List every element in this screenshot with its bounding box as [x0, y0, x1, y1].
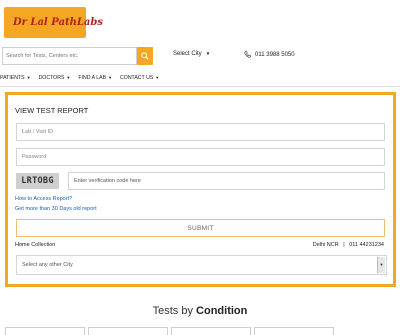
chevron-down-icon[interactable]: ▼	[377, 257, 385, 273]
select-city-label: Select City	[173, 51, 202, 57]
tests-title-bold: Condition	[196, 305, 248, 317]
how-to-access-link[interactable]: How to Access Report?	[15, 196, 72, 202]
phone-icon	[244, 51, 251, 58]
condition-card[interactable]	[88, 327, 168, 335]
nav-item-contact-us[interactable]: CONTACT US ▼	[120, 75, 159, 81]
home-collection-info: Delhi NCR | 011 44231234	[313, 242, 384, 248]
condition-card[interactable]	[254, 327, 334, 335]
nav-item-label: FIND A LAB	[78, 75, 107, 81]
phone-text: 011 3988 5050	[255, 51, 295, 58]
nav-item-label: CONTACT US	[120, 75, 154, 81]
search-button[interactable]	[137, 47, 153, 65]
panel-title: VIEW TEST REPORT	[15, 106, 89, 115]
submit-button[interactable]: SUBMIT	[16, 219, 385, 237]
phone-number[interactable]: 011 3988 5050	[244, 51, 295, 58]
older-report-link[interactable]: Get more than 30 Days old report	[15, 206, 97, 212]
condition-card[interactable]	[5, 327, 85, 335]
select-city-dropdown[interactable]: Select City ▼	[173, 51, 210, 57]
view-test-report-panel: VIEW TEST REPORT Lab / Visit ID Password…	[5, 92, 396, 287]
city-select[interactable]: Select any other City ▼	[16, 255, 387, 275]
lab-visit-id-field[interactable]: Lab / Visit ID	[16, 123, 385, 141]
main-nav: PATIENTS ▼ DOCTORS ▼ FIND A LAB ▼ CONTACT U…	[0, 72, 400, 84]
home-collection-label: Home Collection	[15, 242, 56, 248]
search-row: Select City▼ 011 3988 5050	[0, 47, 400, 67]
nav-item-find-a-lab[interactable]: FIND A LAB ▼	[78, 75, 112, 81]
tests-title-prefix: Tests by	[152, 305, 193, 317]
tests-by-condition-title: Tests by Condition	[0, 305, 400, 317]
chevron-down-icon: ▼	[155, 75, 160, 80]
home-collection-phone[interactable]: 011 44231234	[349, 242, 384, 248]
chevron-down-icon: ▼	[205, 51, 211, 56]
search-icon	[141, 52, 149, 60]
chevron-down-icon: ▼	[108, 75, 113, 80]
logo[interactable]: Dr Lal PathLabs	[4, 7, 103, 38]
home-collection-separator: |	[343, 242, 345, 248]
search-input[interactable]	[2, 47, 137, 65]
nav-item-label: PATIENTS	[0, 75, 25, 81]
chevron-down-icon: ▼	[26, 75, 31, 80]
nav-item-label: DOCTORS	[38, 75, 65, 81]
nav-divider	[0, 86, 400, 87]
condition-card[interactable]	[171, 327, 251, 335]
chevron-down-icon: ▼	[66, 75, 71, 80]
verification-code-field[interactable]: Enter verification code here	[68, 172, 385, 190]
header: Dr Lal PathLabs	[0, 0, 400, 45]
city-select-value: Select any other City	[22, 262, 73, 268]
captcha-image: LRTOBG	[16, 173, 59, 189]
password-field[interactable]: Password	[16, 148, 385, 166]
logo-text: Dr Lal PathLabs	[13, 17, 103, 28]
nav-item-doctors[interactable]: DOCTORS ▼	[39, 75, 71, 81]
nav-item-patients[interactable]: PATIENTS ▼	[0, 75, 31, 81]
home-collection-city: Delhi NCR	[312, 242, 339, 248]
